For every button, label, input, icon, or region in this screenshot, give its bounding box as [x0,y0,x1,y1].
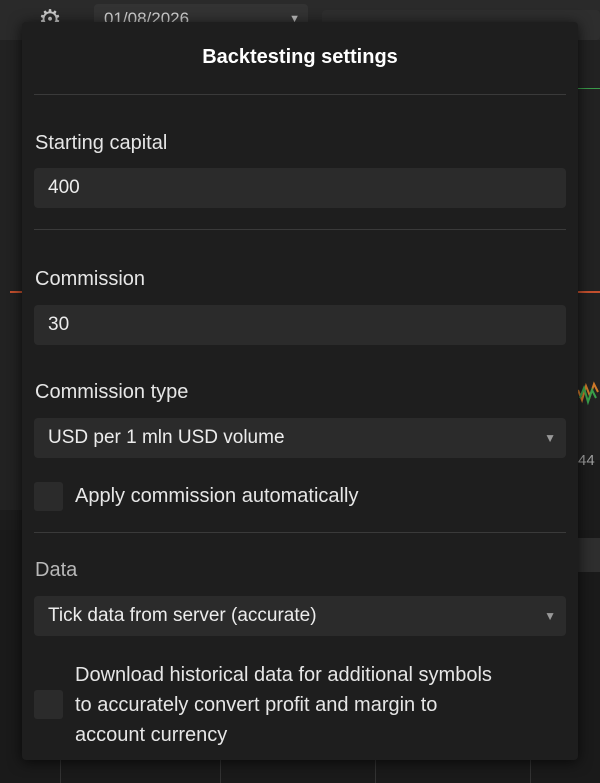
chart-red-line [578,291,600,293]
chevron-down-icon: ▼ [544,431,556,445]
divider [34,94,566,95]
backtesting-settings-dialog: Backtesting settings Starting capital 40… [22,22,578,760]
commission-input[interactable]: 30 [34,305,566,345]
apply-commission-label[interactable]: Apply commission automatically [75,481,358,511]
grid-line [60,760,61,783]
chart-price-marks [578,381,599,406]
download-historical-label-line-3[interactable]: account currency [75,720,227,750]
download-historical-label-line-2[interactable]: to accurately convert profit and margin … [75,690,437,720]
starting-capital-input[interactable]: 400 [34,168,566,208]
data-section-label: Data [35,559,78,581]
divider [34,229,566,230]
data-source-value: Tick data from server (accurate) [48,605,317,626]
commission-type-value: USD per 1 mln USD volume [48,427,285,448]
commission-label: Commission [35,268,146,290]
chart-red-line-left [10,291,22,293]
download-historical-checkbox[interactable] [34,690,63,719]
chevron-down-icon: ▼ [544,609,556,623]
divider [34,532,566,533]
apply-commission-checkbox[interactable] [34,482,63,511]
data-source-select[interactable]: Tick data from server (accurate) ▼ [34,596,566,636]
chart-green-line [578,88,600,89]
grid-line [375,760,376,783]
grid-line [220,760,221,783]
axis-label: 44 [578,452,595,469]
dialog-title: Backtesting settings [202,46,398,68]
download-historical-label-line-1[interactable]: Download historical data for additional … [75,660,492,690]
commission-type-select[interactable]: USD per 1 mln USD volume ▼ [34,418,566,458]
lower-panel-control [578,538,600,572]
grid-line [530,760,531,783]
commission-type-label: Commission type [35,381,189,403]
starting-capital-label: Starting capital [35,132,168,154]
chart-left-edge [0,40,22,510]
